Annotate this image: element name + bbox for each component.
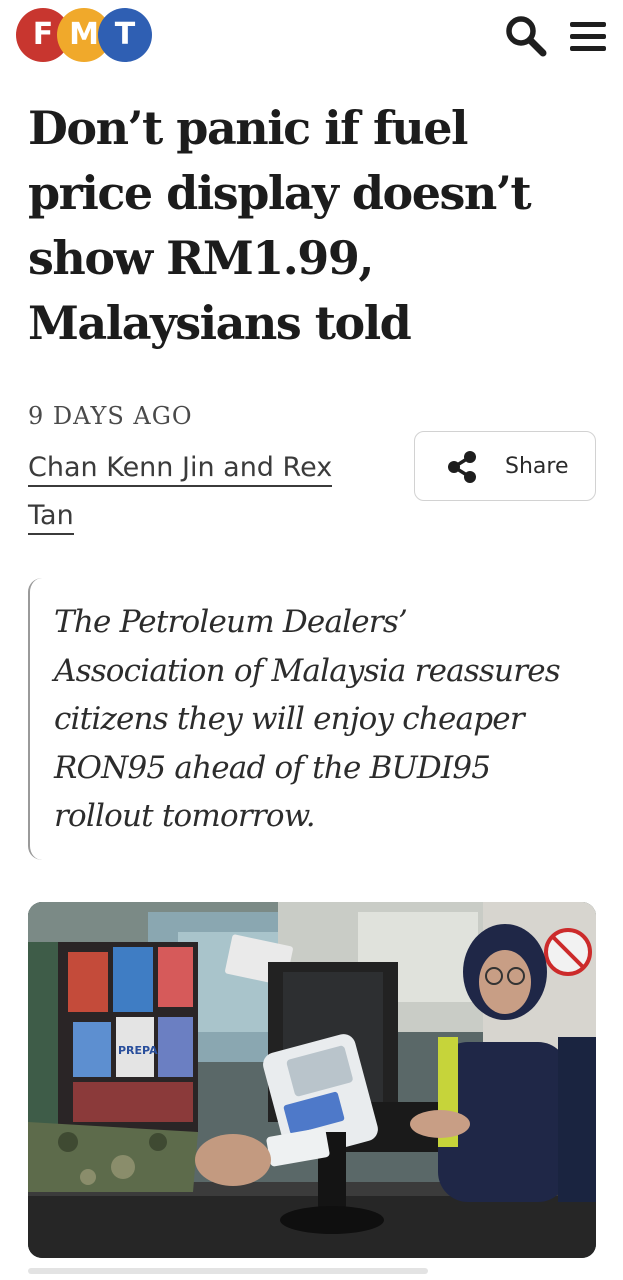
article-photo[interactable]: PREPAID [28,902,596,1258]
share-icon [448,451,476,483]
hamburger-menu-icon[interactable] [562,12,610,60]
standfirst-line: citizens they will enjoy cheaper [54,701,525,737]
fmt-logo[interactable]: F M T [16,8,152,64]
author-byline: Chan Kenn Jin and Rex Tan [28,444,378,540]
top-bar: F M T [0,0,623,78]
share-label: Share [505,454,569,479]
headline-line: price display doesn’t [28,166,532,220]
caption-placeholder [0,1262,623,1280]
standfirst-line: The Petroleum Dealers’ [54,604,408,640]
author-link[interactable]: Tan [28,500,74,535]
search-icon[interactable] [502,12,550,60]
headline-line: Don’t panic if fuel [28,101,468,155]
photo-illustration: PREPAID [28,902,596,1258]
standfirst-line: rollout tomorrow. [54,798,316,834]
share-button[interactable]: Share [414,431,596,501]
article-standfirst: The Petroleum Dealers’ Association of Ma… [28,578,598,860]
headline-line: Malaysians told [28,296,412,350]
publish-date: 9 DAYS AGO [28,402,193,430]
author-link[interactable]: Chan Kenn Jin and Rex [28,452,333,487]
standfirst-line: Association of Malaysia reassures [54,652,561,689]
headline-line: show RM1.99, [28,231,374,285]
article-headline: Don’t panic if fuel price display doesn’… [28,96,598,356]
logo-letter-t: T [98,8,152,62]
standfirst-line: RON95 ahead of the BUDI95 [54,749,491,786]
